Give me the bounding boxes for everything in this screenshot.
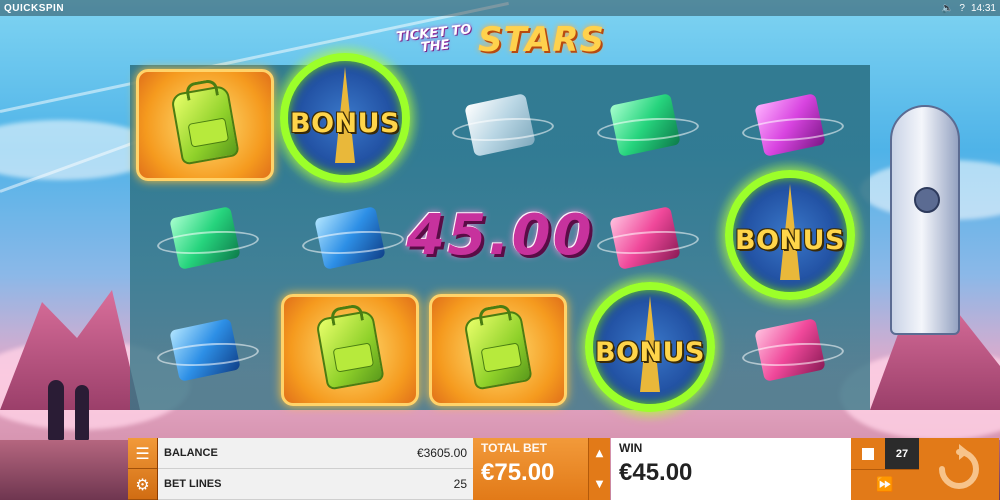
bonus-label: BONUS — [735, 224, 845, 256]
reel-symbol-gem — [430, 70, 570, 180]
betlines-label: BET LINES — [164, 478, 222, 490]
win-value: €45.00 — [619, 459, 693, 486]
spin-icon — [919, 438, 999, 500]
reel-symbol-gem — [720, 295, 860, 405]
backpack-icon — [315, 309, 385, 391]
autoplay-count: 27 — [885, 438, 919, 469]
info-panel: BALANCE €3605.00 BET LINES 25 — [158, 438, 473, 500]
backpack-symbol — [281, 294, 419, 406]
settings-gear-icon[interactable]: ⚙ — [128, 469, 157, 500]
clock-time: 14:31 — [970, 2, 996, 14]
betlines-value: 25 — [453, 477, 467, 491]
menu-column: ☰ ⚙ — [128, 438, 158, 500]
green-gem-icon — [169, 206, 241, 270]
balance-row: BALANCE €3605.00 — [158, 438, 473, 469]
control-bar: ☰ ⚙ BALANCE €3605.00 BET LINES 25 TOTAL … — [128, 438, 999, 500]
person-silhouette — [48, 380, 64, 440]
menu-icon[interactable]: ☰ — [128, 438, 157, 469]
brand-label: QUICKSPIN — [4, 2, 65, 14]
fast-forward-icon[interactable]: ⏩ — [851, 469, 919, 500]
bonus-label: BONUS — [290, 107, 400, 139]
betlines-row: BET LINES 25 — [158, 469, 473, 500]
reel-symbol-backpack — [135, 69, 275, 181]
bonus-ring: BONUS — [280, 53, 410, 183]
win-amount-overlay: 45.00 — [406, 202, 594, 268]
rocket — [890, 105, 960, 335]
backpack-symbol — [136, 69, 274, 181]
bonus-symbol: BONUS — [270, 43, 420, 193]
bet-stepper: ▲ ▼ — [588, 438, 610, 500]
win-label: WIN — [619, 441, 643, 455]
green-gem-icon — [609, 93, 681, 157]
status-right: 🔈 ? 14:31 — [941, 3, 996, 14]
balance-label: BALANCE — [164, 447, 218, 459]
total-bet-label: TOTAL BET — [481, 441, 547, 455]
game-logo: TICKET TO THE STARS — [395, 14, 605, 66]
reel-symbol-backpack — [280, 294, 420, 406]
reel-symbol-gem — [135, 183, 275, 293]
bonus-ring: BONUS — [725, 170, 855, 300]
person-silhouette — [75, 385, 89, 440]
stop-square-icon — [862, 447, 874, 460]
pink-gem-icon — [754, 318, 826, 382]
bonus-label: BONUS — [595, 336, 705, 368]
purple-gem-icon — [754, 93, 826, 157]
logo-title: STARS — [477, 20, 605, 60]
white-gem-icon — [464, 93, 536, 157]
total-bet-panel[interactable]: TOTAL BET €75.00 — [473, 438, 588, 500]
logo-subtitle: TICKET TO THE — [395, 22, 473, 56]
balance-value: €3605.00 — [416, 446, 467, 460]
blue-gem-icon — [314, 206, 386, 270]
help-icon[interactable]: ? — [959, 3, 965, 14]
reel-symbol-gem — [135, 295, 275, 405]
autoplay-top-row: 27 — [851, 438, 919, 469]
autoplay-stop-button[interactable] — [851, 438, 885, 469]
reel-symbol-backpack — [428, 294, 568, 406]
spin-button[interactable] — [919, 438, 999, 500]
reel-symbol-gem — [575, 70, 715, 180]
bet-increase-icon[interactable]: ▲ — [589, 438, 610, 469]
backpack-icon — [170, 84, 240, 166]
blue-gem-icon — [169, 318, 241, 382]
ground — [0, 440, 128, 500]
speaker-icon[interactable]: 🔈 — [941, 3, 953, 14]
total-bet-value: €75.00 — [481, 459, 555, 486]
bonus-symbol: BONUS — [715, 160, 865, 310]
backpack-symbol — [429, 294, 567, 406]
bonus-ring: BONUS — [585, 282, 715, 412]
backpack-icon — [463, 309, 533, 391]
win-panel: WIN €45.00 — [611, 438, 851, 500]
bet-decrease-icon[interactable]: ▼ — [589, 469, 610, 500]
bonus-symbol: BONUS — [575, 272, 725, 422]
autoplay-controls: 27 ⏩ — [851, 438, 919, 500]
